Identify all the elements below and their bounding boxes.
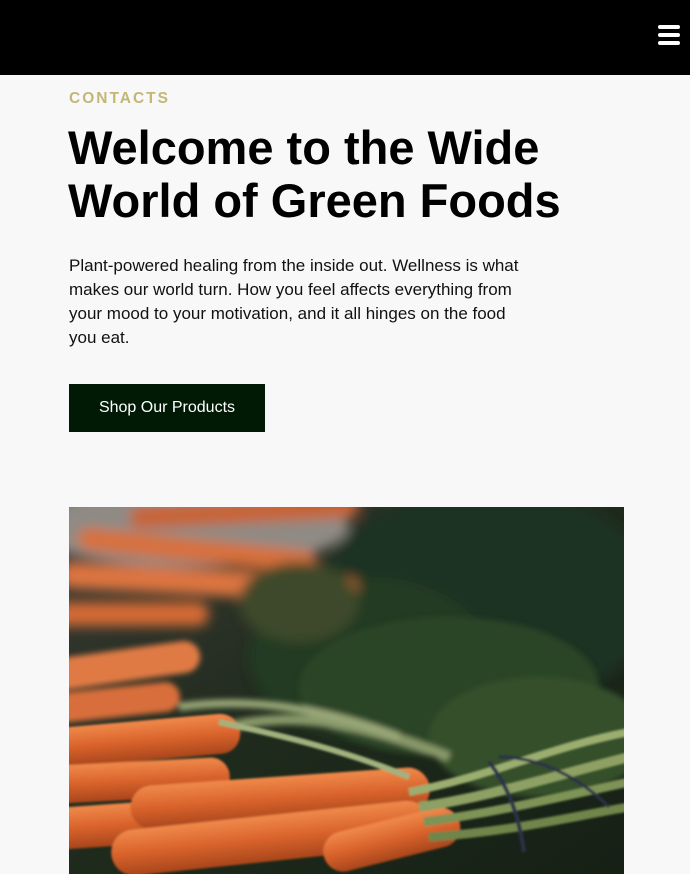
- section-eyebrow-label: CONTACTS: [69, 90, 170, 107]
- menu-icon-bar: [658, 25, 680, 29]
- carrots-hero-image: [69, 507, 624, 874]
- menu-icon-bar: [658, 41, 680, 45]
- hamburger-menu-icon[interactable]: [658, 24, 682, 46]
- top-navigation-bar: [0, 0, 690, 75]
- page-title: Welcome to the Wide World of Green Foods: [68, 121, 561, 227]
- menu-icon-bar: [658, 33, 680, 37]
- shop-products-button[interactable]: Shop Our Products: [69, 384, 265, 432]
- intro-paragraph: Plant-powered healing from the inside ou…: [69, 256, 519, 347]
